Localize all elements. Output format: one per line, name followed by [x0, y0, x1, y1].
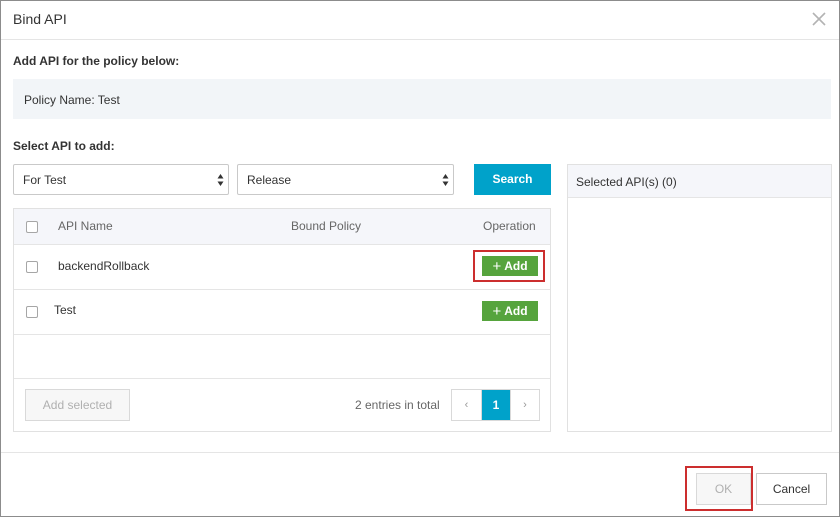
select-all-checkbox[interactable] — [26, 221, 38, 233]
dialog-header: Bind API — [1, 1, 839, 40]
footer-divider — [1, 452, 839, 453]
add-api-button[interactable]: + Add — [482, 301, 538, 321]
api-name-cell: Test — [54, 303, 77, 317]
table-row: Test + Add — [14, 290, 550, 335]
next-page-button[interactable]: › — [510, 390, 539, 420]
plus-icon: + — [492, 303, 502, 320]
table-footer: Add selected 2 entries in total ‹ 1 › — [14, 378, 550, 432]
group-select-value: For Test — [23, 173, 67, 187]
add-button-label: Add — [504, 259, 528, 273]
select-arrows-icon — [217, 174, 224, 186]
table-row: backendRollback + Add — [14, 245, 550, 290]
add-selected-button[interactable]: Add selected — [25, 389, 130, 421]
pagination: ‹ 1 › — [451, 389, 540, 421]
selected-apis-header: Selected API(s) (0) — [568, 165, 831, 198]
api-table: API Name Bound Policy Operation backendR… — [13, 208, 551, 432]
column-header-bound-policy: Bound Policy — [291, 219, 362, 233]
bind-api-dialog: Bind API Add API for the policy below: P… — [0, 0, 840, 517]
row-checkbox[interactable] — [26, 261, 38, 273]
selected-apis-title: Selected API(s) (0) — [576, 175, 677, 189]
cancel-button[interactable]: Cancel — [756, 473, 827, 505]
policy-name-box: Policy Name: Test — [13, 79, 831, 119]
column-header-operation: Operation — [483, 219, 536, 233]
api-name-cell: backendRollback — [58, 259, 150, 273]
column-header-api-name: API Name — [58, 219, 113, 233]
entries-count: 2 entries in total — [355, 398, 440, 412]
table-header: API Name Bound Policy Operation — [14, 209, 550, 245]
selected-apis-panel: Selected API(s) (0) — [567, 164, 832, 432]
close-icon[interactable] — [809, 9, 829, 29]
prev-page-button[interactable]: ‹ — [452, 390, 481, 420]
policy-name-text: Policy Name: Test — [24, 93, 120, 107]
add-button-label: Add — [504, 304, 528, 318]
select-arrows-icon — [442, 174, 449, 186]
environment-select-value: Release — [247, 173, 292, 187]
add-api-button[interactable]: + Add — [482, 256, 538, 276]
page-1-button[interactable]: 1 — [481, 390, 510, 420]
row-checkbox[interactable] — [26, 306, 38, 318]
plus-icon: + — [492, 258, 502, 275]
dialog-title: Bind API — [13, 11, 67, 27]
search-button[interactable]: Search — [474, 164, 551, 195]
group-select[interactable]: For Test — [13, 164, 229, 195]
ok-button[interactable]: OK — [696, 473, 751, 505]
select-section-label: Select API to add: — [13, 139, 115, 153]
policy-section-label: Add API for the policy below: — [13, 54, 180, 68]
environment-select[interactable]: Release — [237, 164, 454, 195]
